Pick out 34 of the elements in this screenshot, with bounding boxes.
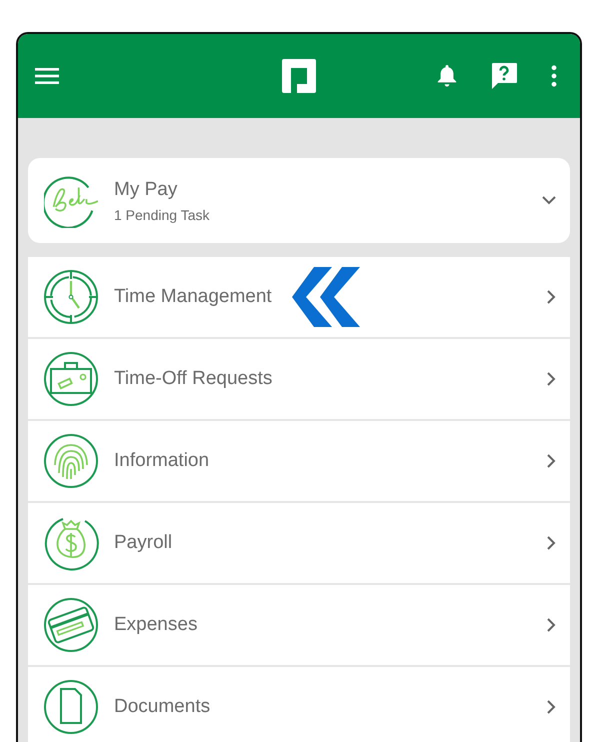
menu-item-label: Payroll [114, 532, 172, 554]
menu-item[interactable]: Payroll [28, 503, 570, 585]
menu-item-label: Information [114, 450, 210, 472]
clock-icon [43, 269, 99, 325]
menu-item[interactable]: Expenses [28, 585, 570, 667]
menu-item-label: Time-Off Requests [114, 368, 272, 390]
help-icon[interactable] [490, 62, 518, 90]
credit-card-icon [43, 597, 99, 653]
menu-item-label: Expenses [114, 614, 198, 636]
chevron-right-icon [547, 372, 556, 386]
briefcase-icon [43, 351, 99, 407]
chevron-right-icon [547, 454, 556, 468]
more-icon[interactable] [550, 65, 558, 87]
document-icon [43, 679, 99, 735]
menu-item[interactable]: Time-Off Requests [28, 339, 570, 421]
menu-item-label: Time Management [114, 286, 272, 308]
fingerprint-icon [43, 433, 99, 489]
pending-task-count: 1 Pending Task [114, 206, 210, 222]
my-pay-card[interactable]: My Pay 1 Pending Task [28, 158, 570, 243]
my-pay-title: My Pay [114, 178, 178, 200]
chevron-right-icon [547, 618, 556, 632]
money-bag-icon [43, 515, 99, 571]
menu-icon[interactable] [34, 67, 60, 85]
chevron-right-icon [547, 700, 556, 714]
menu-item[interactable]: Information [28, 421, 570, 503]
menu-item[interactable]: Time Management [28, 257, 570, 339]
chevron-right-icon [547, 290, 556, 304]
chevron-right-icon [547, 536, 556, 550]
menu-item[interactable]: Documents [28, 667, 570, 742]
bell-icon[interactable] [436, 64, 458, 88]
beti-logo-icon [44, 174, 98, 228]
menu-item-label: Documents [114, 696, 210, 718]
chevron-icon[interactable] [542, 196, 556, 205]
logo-icon[interactable] [282, 59, 316, 93]
